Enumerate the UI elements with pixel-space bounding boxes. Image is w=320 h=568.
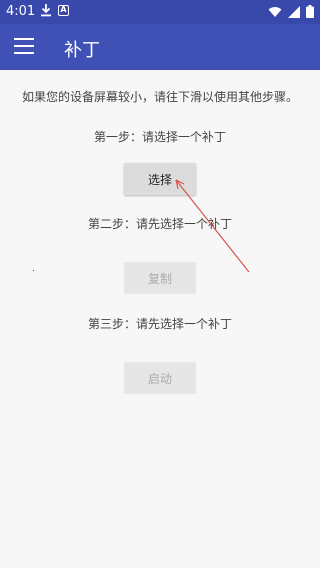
- annotation-arrow: [175, 179, 250, 273]
